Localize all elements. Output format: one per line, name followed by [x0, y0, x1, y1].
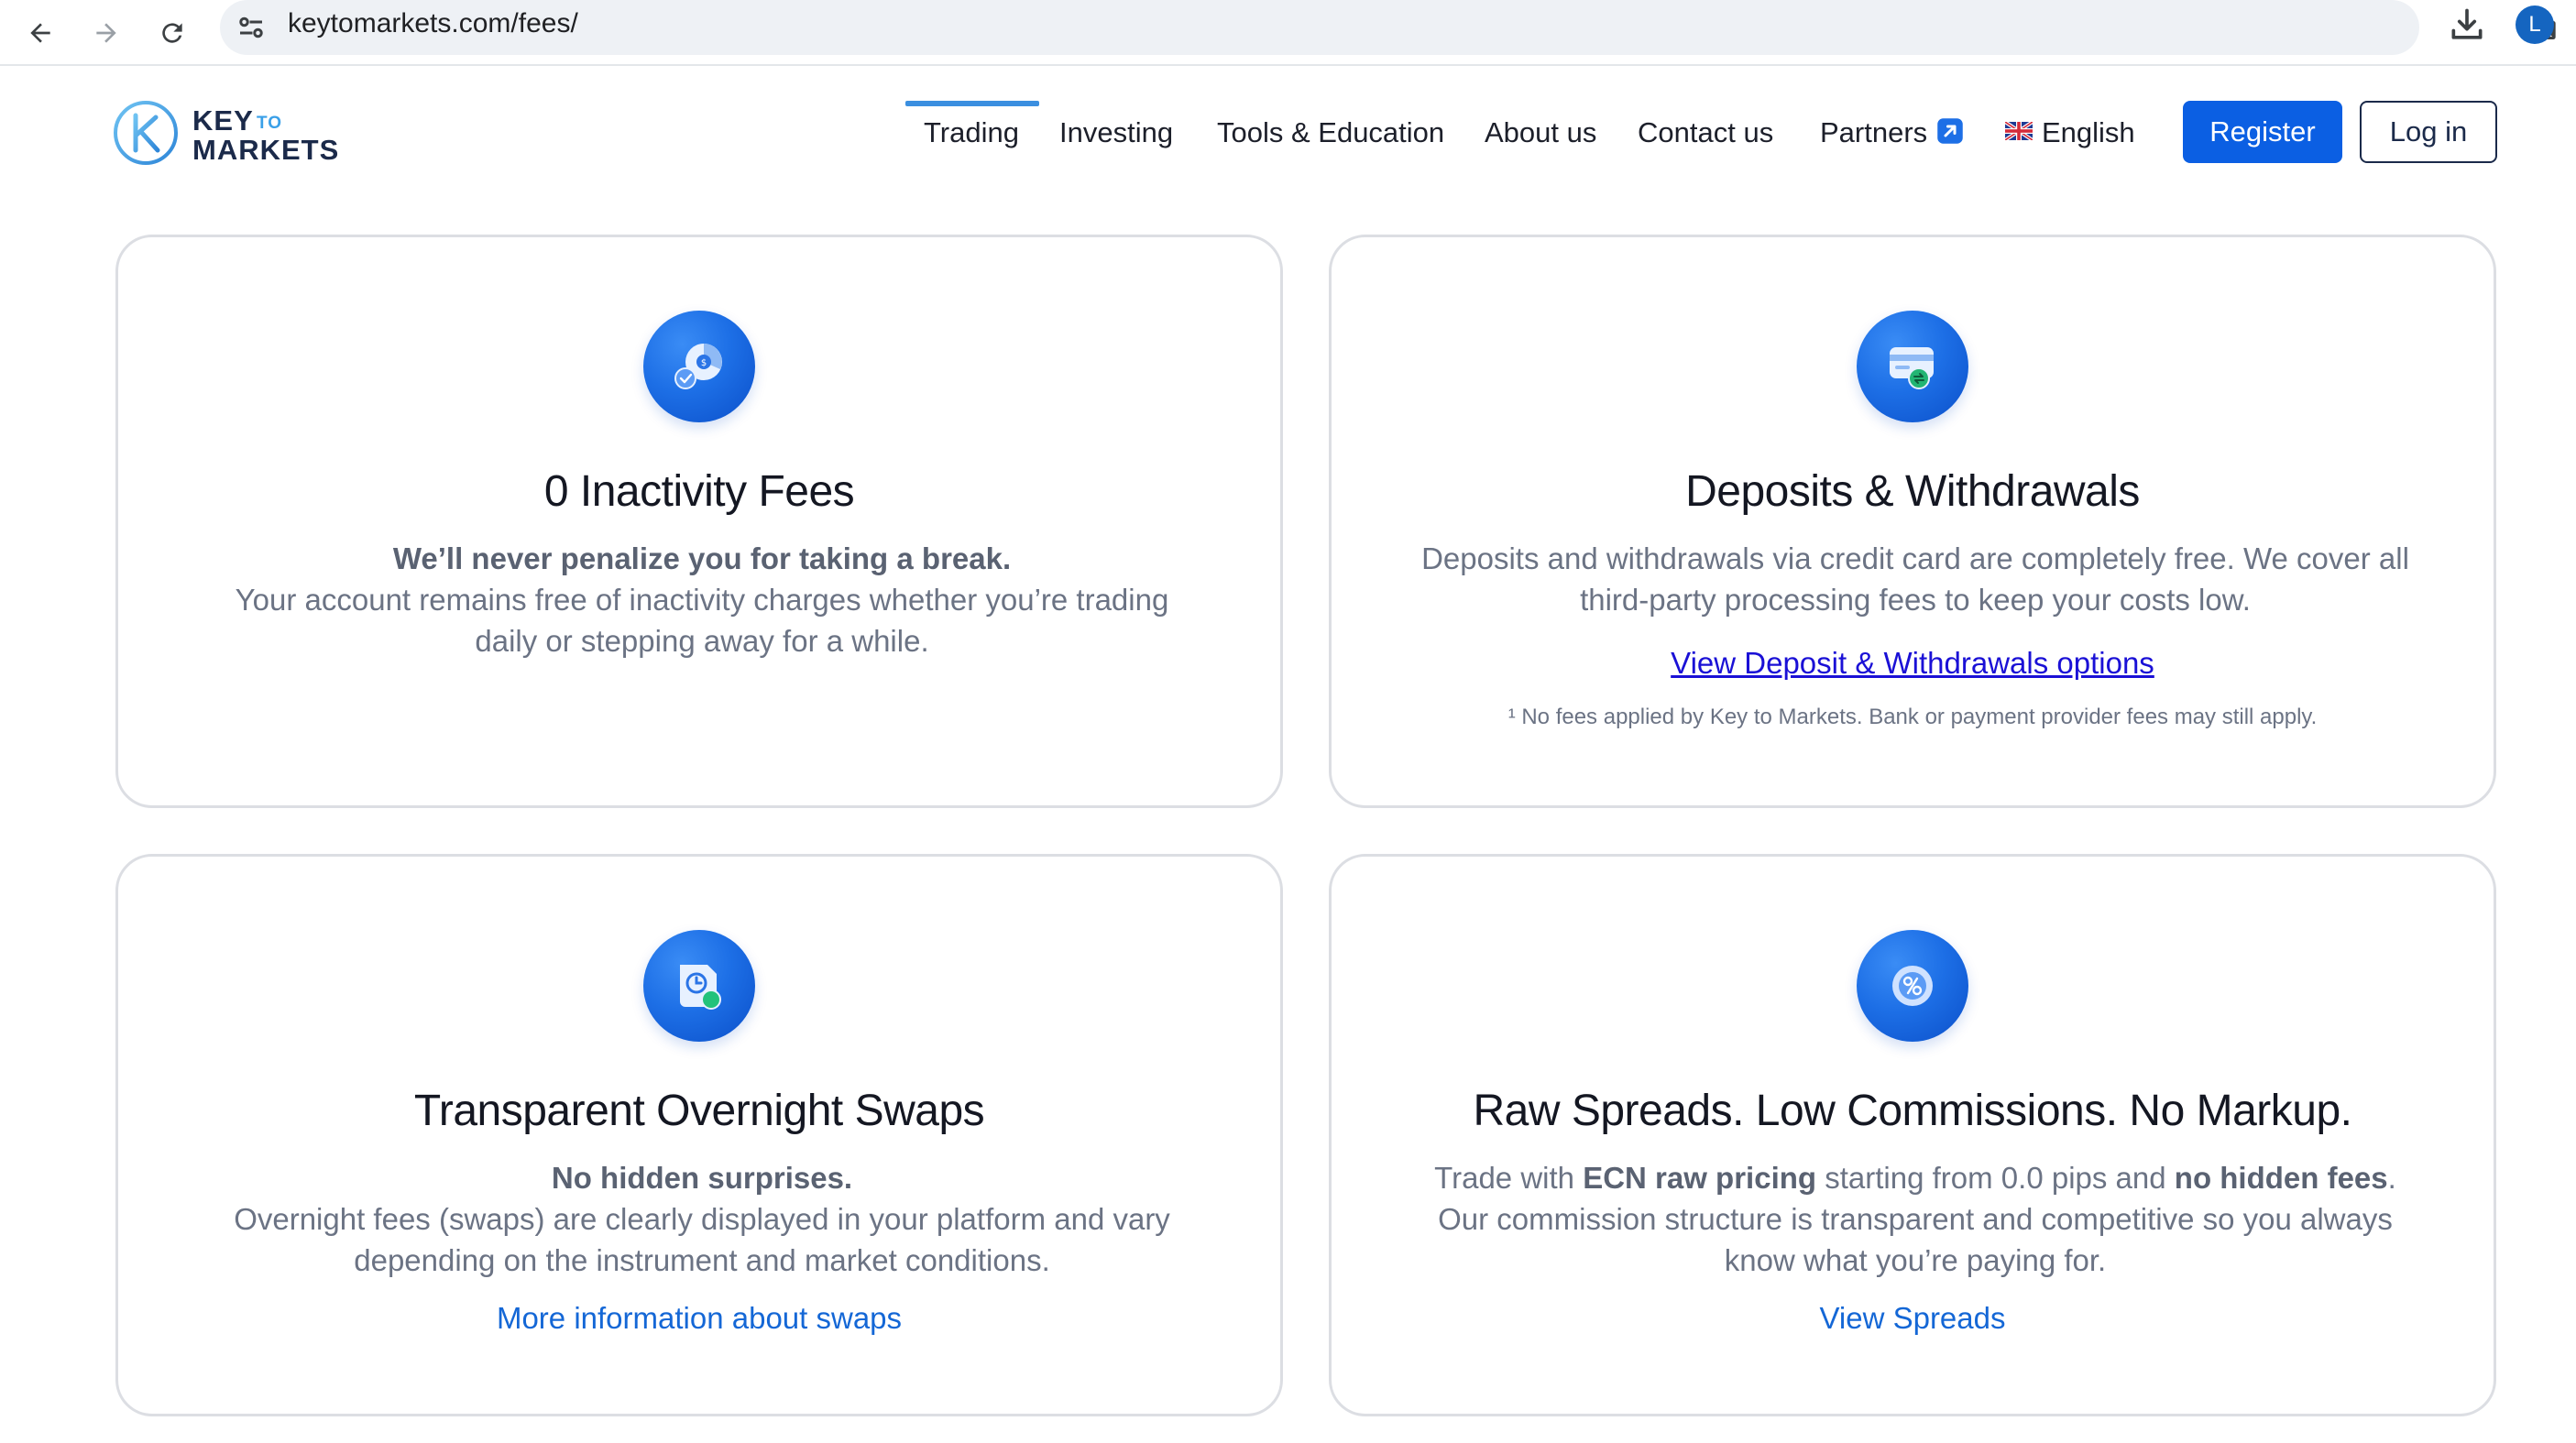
- pie-chart-check-icon: $: [674, 344, 722, 389]
- download-icon[interactable]: [2447, 5, 2487, 46]
- nav-item-trading[interactable]: Trading: [924, 101, 1019, 165]
- card-raw-spreads: Raw Spreads. Low Commissions. No Markup.…: [1329, 854, 2496, 1416]
- card-body-text: Your account remains free of inactivity …: [235, 583, 1169, 658]
- uk-flag-icon: [2005, 122, 2033, 140]
- body-text-segment: .: [2387, 1161, 2396, 1195]
- card-lead-text: We’ll never penalize you for taking a br…: [392, 541, 1012, 575]
- body-text-segment: starting from 0.0 pips and: [1816, 1161, 2175, 1195]
- nav-item-contact-us[interactable]: Contact us: [1638, 101, 1773, 165]
- nav-item-partners[interactable]: Partners: [1820, 101, 1964, 165]
- wallet-card-icon: [1890, 347, 1934, 389]
- card-icon-circle: [643, 930, 755, 1042]
- view-deposit-withdrawals-link[interactable]: View Deposit & Withdrawals options: [1332, 646, 2494, 681]
- profile-avatar[interactable]: L: [2516, 5, 2554, 44]
- site-header: KEY TO MARKETS Trading Investing Tools &…: [0, 68, 2576, 196]
- arrow-left-icon: [30, 23, 50, 43]
- address-bar[interactable]: keytomarkets.com/fees/ G 文: [220, 0, 2556, 55]
- external-link-icon: [1937, 118, 1963, 144]
- view-spreads-link[interactable]: View Spreads: [1332, 1301, 2494, 1336]
- card-deposits-withdrawals: Deposits & Withdrawals Deposits and with…: [1329, 235, 2496, 808]
- nav-item-about-us[interactable]: About us: [1485, 101, 1596, 165]
- register-button[interactable]: Register: [2183, 101, 2342, 163]
- body-text-bold-ecn: ECN raw pricing: [1583, 1161, 1817, 1195]
- card-body-line: Trade with ECN raw pricing starting from…: [1414, 1157, 2417, 1198]
- browser-toolbar: keytomarkets.com/fees/ G 文 L: [0, 0, 2576, 66]
- back-button[interactable]: [15, 7, 66, 59]
- forward-button[interactable]: [81, 7, 132, 59]
- language-label: English: [2042, 116, 2135, 148]
- arrow-right-icon: [96, 23, 116, 43]
- card-body-text: Deposits and withdrawals via credit card…: [1421, 541, 2409, 617]
- language-selector[interactable]: English: [2005, 101, 2135, 165]
- card-lead-text: No hidden surprises.: [551, 1161, 853, 1195]
- nav-item-investing[interactable]: Investing: [1059, 101, 1173, 165]
- card-icon-circle: $: [643, 311, 755, 422]
- login-button[interactable]: Log in: [2360, 101, 2497, 163]
- card-inactivity-fees: $ 0 Inactivity Fees We’ll never penalize…: [115, 235, 1283, 808]
- nav-item-partners-label: Partners: [1820, 116, 1928, 148]
- clock-document-icon: [680, 965, 721, 1010]
- card-description: Trade with ECN raw pricing starting from…: [1414, 1157, 2417, 1281]
- card-title: Raw Spreads. Low Commissions. No Markup.: [1473, 1087, 2352, 1135]
- body-text-segment: Trade with: [1434, 1161, 1584, 1195]
- card-icon-circle: [1857, 930, 1968, 1042]
- card-description: No hidden surprises. Overnight fees (swa…: [201, 1157, 1203, 1281]
- nav-item-tools-education[interactable]: Tools & Education: [1217, 101, 1444, 165]
- site-settings-icon[interactable]: [235, 11, 268, 44]
- more-info-swaps-link[interactable]: More information about swaps: [118, 1301, 1280, 1336]
- card-body-text: Overnight fees (swaps) are clearly displ…: [234, 1202, 1170, 1277]
- card-body-text: Our commission structure is transparent …: [1438, 1202, 2393, 1277]
- card-description: We’ll never penalize you for taking a br…: [201, 538, 1203, 661]
- card-title: Transparent Overnight Swaps: [413, 1087, 985, 1135]
- svg-text:$: $: [701, 358, 707, 368]
- url-text[interactable]: keytomarkets.com/fees/: [288, 0, 578, 55]
- coin-exchange-icon: [1892, 966, 1933, 1006]
- card-title: 0 Inactivity Fees: [543, 467, 855, 516]
- reload-icon: [162, 23, 182, 43]
- card-overnight-swaps: Transparent Overnight Swaps No hidden su…: [115, 854, 1283, 1416]
- card-icon-circle: [1857, 311, 1968, 422]
- body-text-bold-no-fees: no hidden fees: [2174, 1161, 2388, 1195]
- reload-button[interactable]: [147, 7, 198, 59]
- card-title: Deposits & Withdrawals: [1685, 467, 2140, 516]
- card-footnote: ¹ No fees applied by Key to Markets. Ban…: [1507, 705, 2318, 729]
